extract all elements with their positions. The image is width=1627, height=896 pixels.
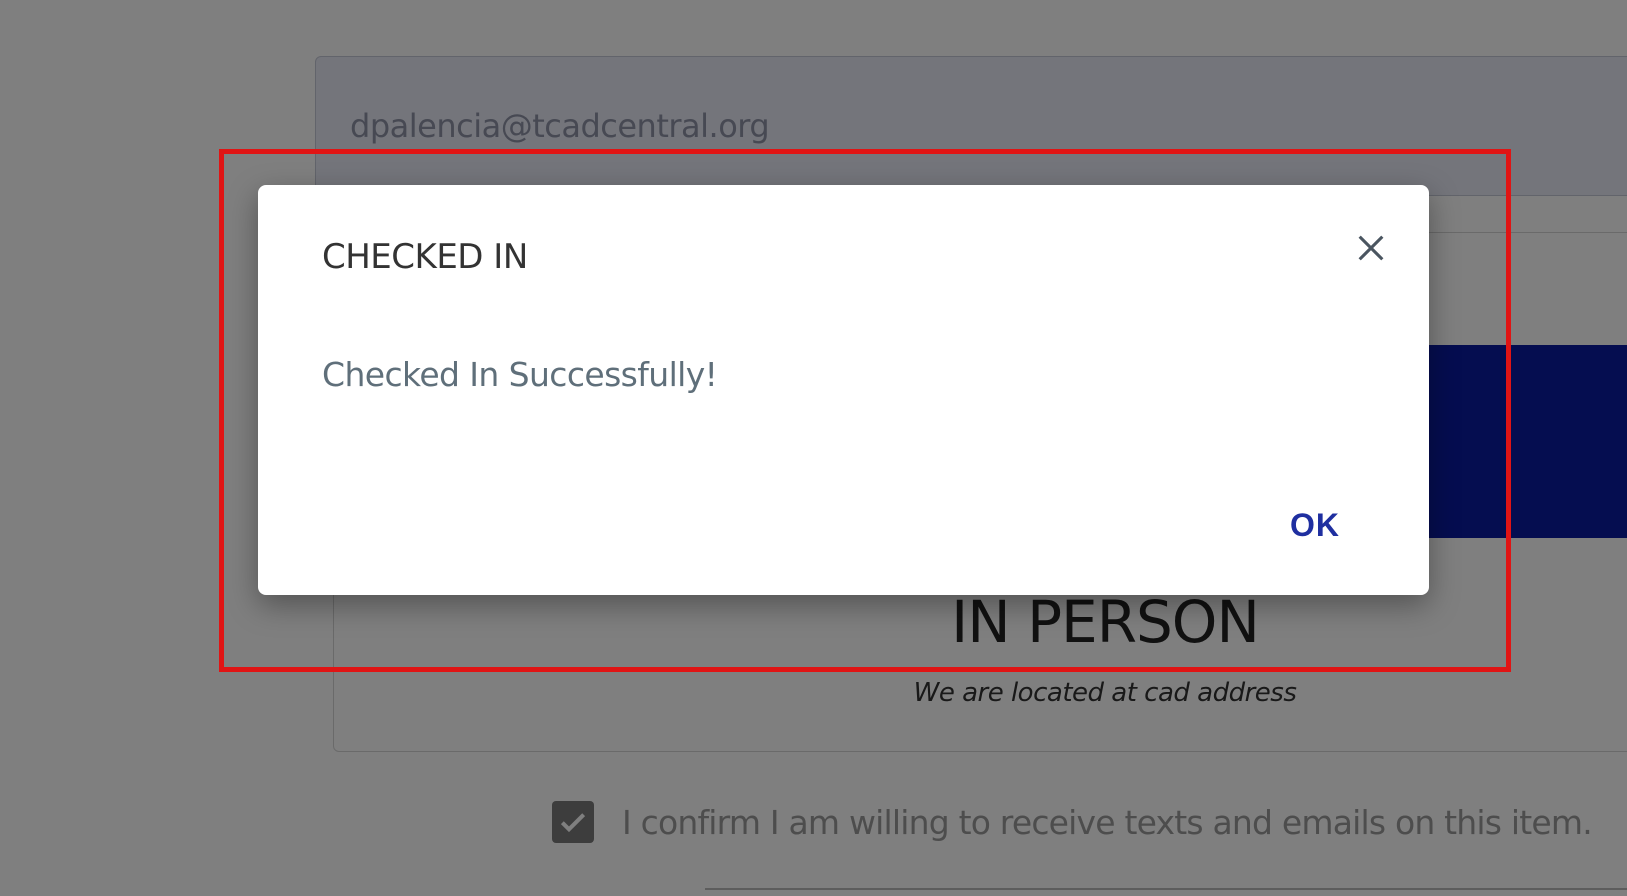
close-icon [1358, 235, 1384, 261]
checked-in-dialog: CHECKED IN Checked In Successfully! OK [258, 185, 1429, 595]
dialog-title: CHECKED IN [322, 237, 528, 277]
page: dpalencia@tcadcentral.org IN PERSON We a… [0, 0, 1627, 896]
dialog-message: Checked In Successfully! [322, 355, 718, 394]
close-button[interactable] [1348, 225, 1394, 271]
ok-button[interactable]: OK [1270, 497, 1360, 553]
